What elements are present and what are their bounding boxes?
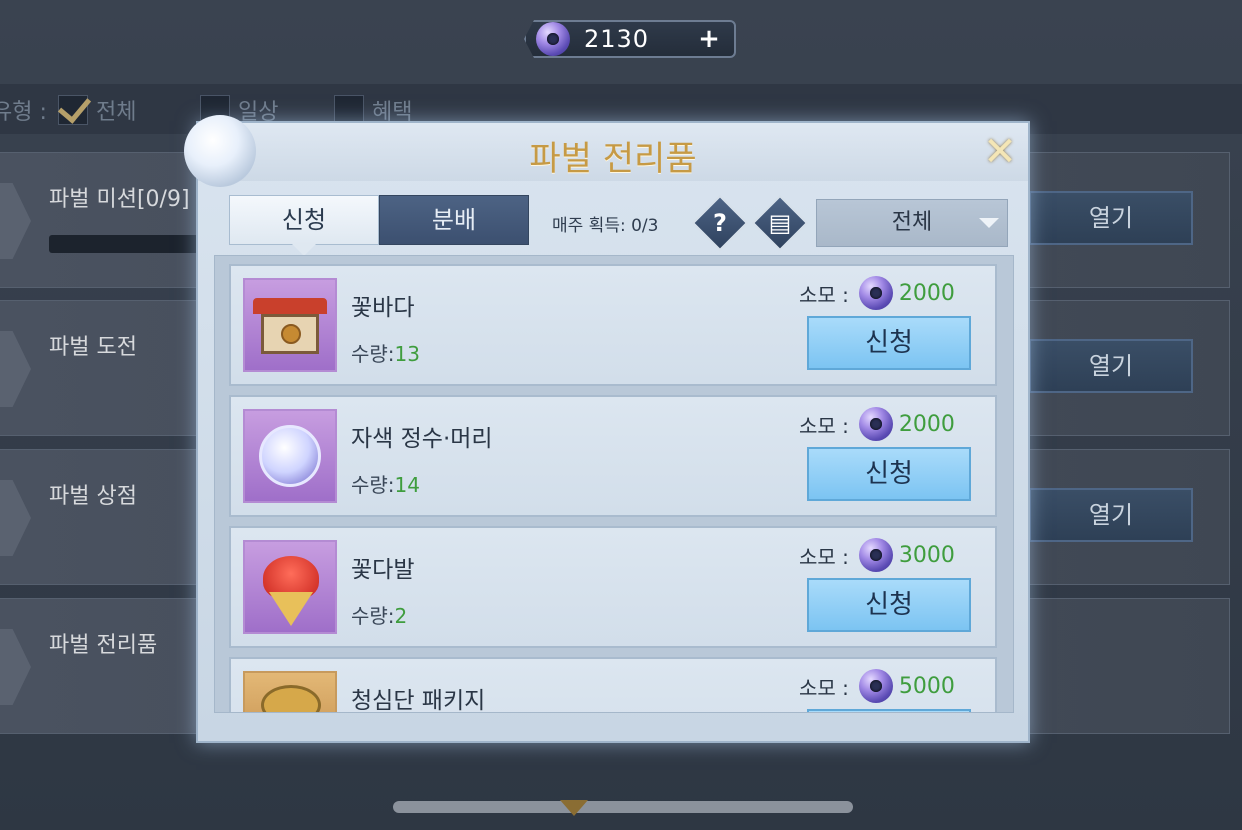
qty-label: 수량: — [351, 473, 395, 497]
scrollbar[interactable] — [393, 801, 853, 813]
cost-value: 3000 — [898, 542, 955, 568]
tab-distribute[interactable]: 분배 — [379, 195, 529, 245]
item-quantity: 수량:13 — [351, 338, 420, 367]
log-button[interactable]: ▤ — [751, 194, 809, 252]
chevron-down-icon — [560, 800, 588, 816]
bg-row-title: 파벌 도전 — [49, 335, 137, 360]
item-cost: 소모 : 5000 — [799, 669, 955, 703]
check-icon[interactable] — [58, 95, 88, 125]
pouch — [261, 685, 321, 712]
cost-value: 2000 — [898, 411, 955, 437]
list-log-icon: ▤ — [768, 209, 792, 237]
filter-option-label: 전체 — [96, 100, 137, 125]
cost-label: 소모 : — [799, 413, 849, 438]
bouquet-icon — [243, 540, 337, 634]
help-icon: ? — [713, 209, 727, 237]
filter-type-label: 유형 : — [0, 94, 47, 126]
pouch-icon — [243, 671, 337, 712]
qty-value: 13 — [394, 342, 420, 366]
list-item: 꽃다발 수량:2 소모 : 3000 신청 — [229, 526, 997, 648]
item-name: 청심단 패키지 — [351, 688, 486, 713]
filter-type-label-text: 유형 : — [0, 100, 47, 125]
bg-row-title: 파벌 미션[0/9] — [49, 187, 190, 212]
mission-icon — [0, 183, 31, 259]
apply-button[interactable] — [807, 709, 971, 712]
dropdown-value: 전체 — [891, 210, 933, 235]
cost-label: 소모 : — [799, 282, 849, 307]
tab-apply[interactable]: 신청 — [229, 195, 379, 256]
open-button[interactable]: 열기 — [1029, 191, 1193, 245]
bg-row-title: 파벌 전리품 — [49, 633, 158, 658]
item-name: 꽃다발 — [351, 557, 415, 583]
help-button[interactable]: ? — [691, 194, 749, 252]
qty-value: 2 — [394, 604, 408, 628]
filter-option-all[interactable]: 전체 — [58, 94, 136, 126]
weekly-acquire-count: 매주 획득: 0/3 — [552, 216, 659, 236]
item-cost: 소모 : 2000 — [799, 407, 955, 441]
orb — [259, 425, 321, 487]
shrine-roof — [253, 298, 327, 314]
currency-coin-icon — [858, 538, 893, 572]
shrine-medal — [281, 324, 301, 344]
loot-list[interactable]: 꽃바다 수량:13 소모 : 2000 신청 자색 정수·머리 수량:14 소모… — [214, 255, 1014, 713]
open-button[interactable]: 열기 — [1029, 339, 1193, 393]
close-icon[interactable]: ✕ — [980, 132, 1020, 173]
cost-label: 소모 : — [799, 544, 849, 569]
bg-row-title: 파벌 상점 — [49, 484, 137, 509]
open-button[interactable]: 열기 — [1029, 488, 1193, 542]
cost-value: 5000 — [898, 673, 955, 699]
item-name: 꽃바다 — [351, 295, 415, 321]
qty-label: 수량: — [351, 604, 395, 628]
loot-modal: 파벌 전리품 ✕ 신청 분배 매주 획득: 0/3 ? ▤ 전체 꽃바다 수량:… — [184, 115, 1030, 743]
flower-sea-icon — [243, 278, 337, 372]
qty-label: 수량: — [351, 342, 395, 366]
qty-value: 14 — [394, 473, 420, 497]
shop-icon — [0, 480, 31, 556]
list-item: 꽃바다 수량:13 소모 : 2000 신청 — [229, 264, 997, 386]
currency-bar: 2130 + — [524, 20, 736, 58]
loot-icon — [0, 629, 31, 705]
cost-label: 소모 : — [799, 675, 849, 700]
cost-value: 2000 — [898, 280, 955, 306]
currency-coin-icon — [858, 669, 893, 703]
list-item: 자색 정수·머리 수량:14 소모 : 2000 신청 — [229, 395, 997, 517]
apply-button[interactable]: 신청 — [807, 316, 971, 370]
challenge-icon — [0, 331, 31, 407]
apply-button[interactable]: 신청 — [807, 447, 971, 501]
currency-coin-icon — [858, 407, 893, 441]
chevron-down-icon — [979, 218, 999, 228]
currency-coin-icon — [858, 276, 893, 310]
purple-essence-icon — [243, 409, 337, 503]
item-cost: 소모 : 3000 — [799, 538, 955, 572]
mission-progress-bar — [49, 235, 209, 253]
modal-title: 파벌 전리품 — [529, 139, 697, 179]
plus-icon[interactable]: + — [692, 24, 726, 54]
item-quantity: 수량:14 — [351, 469, 420, 498]
bouquet-wrap — [269, 592, 313, 626]
apply-button[interactable]: 신청 — [807, 578, 971, 632]
item-name: 자색 정수·머리 — [351, 426, 493, 452]
item-quantity: 수량:2 — [351, 600, 407, 629]
filter-dropdown[interactable]: 전체 — [816, 199, 1008, 247]
currency-amount: 2130 — [584, 25, 650, 53]
list-item: 청심단 패키지 소모 : 5000 — [229, 657, 997, 713]
currency-coin-icon — [536, 22, 570, 56]
item-cost: 소모 : 2000 — [799, 276, 955, 310]
